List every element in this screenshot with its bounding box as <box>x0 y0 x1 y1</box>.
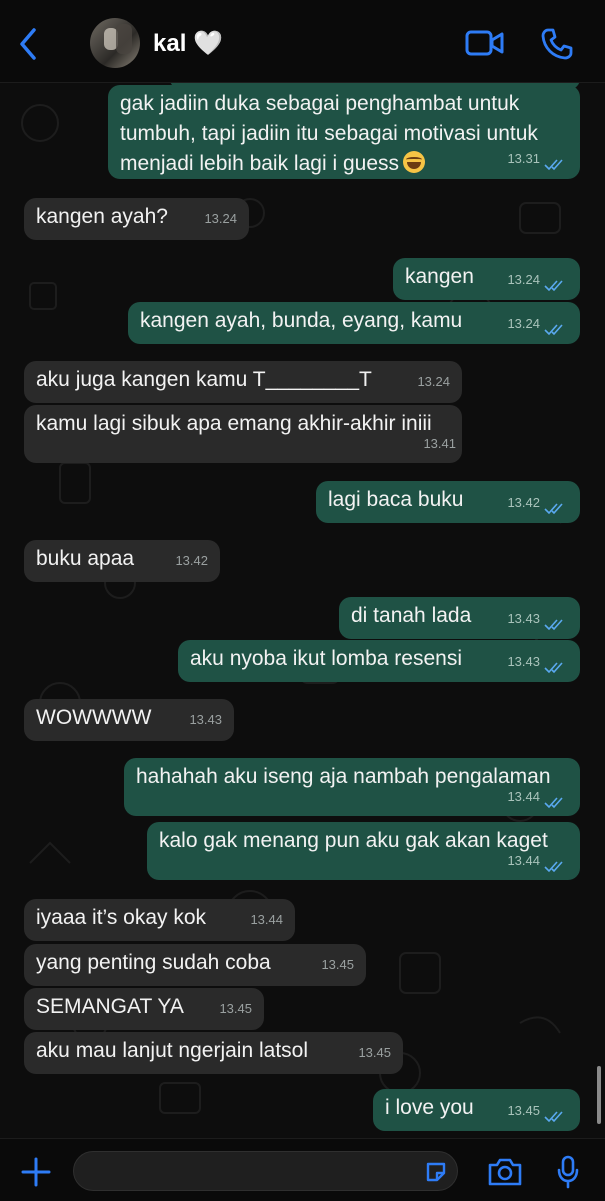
chat-area[interactable]: gak jadiin duka sebagai penghambat untuk… <box>0 83 605 1138</box>
chat-header: kal 🤍 <box>0 0 605 83</box>
camera-icon[interactable] <box>487 1157 523 1187</box>
message-bubble-incoming[interactable]: WOWWWW 13.43 <box>24 699 234 741</box>
message-text: WOWWWW <box>36 706 152 729</box>
phone-icon[interactable] <box>540 27 574 61</box>
laughing-emoji-icon <box>403 151 425 173</box>
message-time: 13.43 <box>189 712 222 727</box>
message-time: 13.24 <box>507 272 540 287</box>
message-bubble-incoming[interactable]: SEMANGAT YA 13.45 <box>24 988 264 1030</box>
message-text: aku mau lanjut ngerjain latsol <box>36 1039 308 1062</box>
message-time: 13.44 <box>250 912 283 927</box>
message-text: buku apaa <box>36 547 135 570</box>
message-time: 13.45 <box>358 1045 391 1060</box>
message-text: yang penting sudah coba <box>36 951 271 974</box>
message-bubble-outgoing[interactable]: i love you 13.45 <box>373 1089 580 1131</box>
message-text: kangen ayah, bunda, eyang, kamu <box>140 309 463 332</box>
message-text: kangen ayah? <box>36 205 168 228</box>
message-time: 13.31 <box>507 151 540 166</box>
message-text: di tanah lada <box>351 604 472 627</box>
message-text: SEMANGAT YA <box>36 995 184 1018</box>
read-receipt-icon <box>544 619 563 631</box>
message-time: 13.24 <box>417 374 450 389</box>
message-bubble-outgoing[interactable]: lagi baca buku 13.42 <box>316 481 580 523</box>
message-time: 13.45 <box>219 1001 252 1016</box>
message-time: 13.42 <box>507 495 540 510</box>
message-bubble-incoming[interactable]: aku juga kangen kamu T________T 13.24 <box>24 361 462 403</box>
read-receipt-icon <box>544 662 563 674</box>
message-bubble-incoming[interactable]: kangen ayah? 13.24 <box>24 198 249 240</box>
message-input[interactable] <box>73 1151 458 1191</box>
message-time: 13.42 <box>175 553 208 568</box>
message-time: 13.44 <box>507 789 540 804</box>
read-receipt-icon <box>544 797 563 809</box>
message-time: 13.43 <box>507 611 540 626</box>
message-time: 13.24 <box>507 316 540 331</box>
message-time: 13.45 <box>507 1103 540 1118</box>
read-receipt-icon <box>544 503 563 515</box>
read-receipt-icon <box>544 324 563 336</box>
message-text: hahahah aku iseng aja nambah pengalaman <box>136 765 551 788</box>
compose-bar <box>0 1138 605 1201</box>
chevron-left-icon[interactable] <box>14 24 44 64</box>
read-receipt-icon <box>544 159 563 171</box>
message-bubble-outgoing[interactable]: hahahah aku iseng aja nambah pengalaman … <box>124 758 580 816</box>
message-text: gak jadiin duka sebagai penghambat untuk… <box>120 92 538 175</box>
message-text: iyaaa it’s okay kok <box>36 906 207 929</box>
message-bubble-outgoing[interactable]: di tanah lada 13.43 <box>339 597 580 639</box>
read-receipt-icon <box>544 280 563 292</box>
message-text: i love you <box>385 1096 474 1119</box>
message-bubble-incoming[interactable]: yang penting sudah coba 13.45 <box>24 944 366 986</box>
message-text: lagi baca buku <box>328 488 464 511</box>
message-time: 13.44 <box>507 853 540 868</box>
message-bubble-outgoing[interactable]: gak jadiin duka sebagai penghambat untuk… <box>108 85 580 179</box>
message-text: aku nyoba ikut lomba resensi <box>190 647 462 670</box>
sticker-icon[interactable] <box>425 1161 447 1183</box>
microphone-icon[interactable] <box>556 1155 580 1189</box>
message-text: kamu lagi sibuk apa emang akhir-akhir in… <box>36 412 432 435</box>
plus-icon[interactable] <box>20 1156 52 1188</box>
read-receipt-icon <box>544 861 563 873</box>
message-time: 13.24 <box>204 211 237 226</box>
message-text: kangen <box>405 265 474 288</box>
message-bubble-outgoing[interactable]: kalo gak menang pun aku gak akan kaget 1… <box>147 822 580 880</box>
message-time: 13.45 <box>321 957 354 972</box>
avatar[interactable] <box>90 18 140 68</box>
video-camera-icon[interactable] <box>465 28 505 58</box>
message-bubble-outgoing[interactable]: aku nyoba ikut lomba resensi 13.43 <box>178 640 580 682</box>
message-text: aku juga kangen kamu T________T <box>36 368 372 391</box>
scrollbar[interactable] <box>597 1066 601 1124</box>
message-bubble-incoming[interactable]: buku apaa 13.42 <box>24 540 220 582</box>
message-text: kalo gak menang pun aku gak akan kaget <box>159 829 548 852</box>
message-bubble-outgoing[interactable]: kangen 13.24 <box>393 258 580 300</box>
message-time: 13.41 <box>423 436 456 451</box>
message-time: 13.43 <box>507 654 540 669</box>
contact-name[interactable]: kal 🤍 <box>153 29 223 58</box>
read-receipt-icon <box>544 1111 563 1123</box>
message-bubble-outgoing[interactable]: kangen ayah, bunda, eyang, kamu 13.24 <box>128 302 580 344</box>
message-bubble-incoming[interactable]: kamu lagi sibuk apa emang akhir-akhir in… <box>24 405 462 463</box>
message-bubble-incoming[interactable]: iyaaa it’s okay kok 13.44 <box>24 899 295 941</box>
message-bubble-incoming[interactable]: aku mau lanjut ngerjain latsol 13.45 <box>24 1032 403 1074</box>
